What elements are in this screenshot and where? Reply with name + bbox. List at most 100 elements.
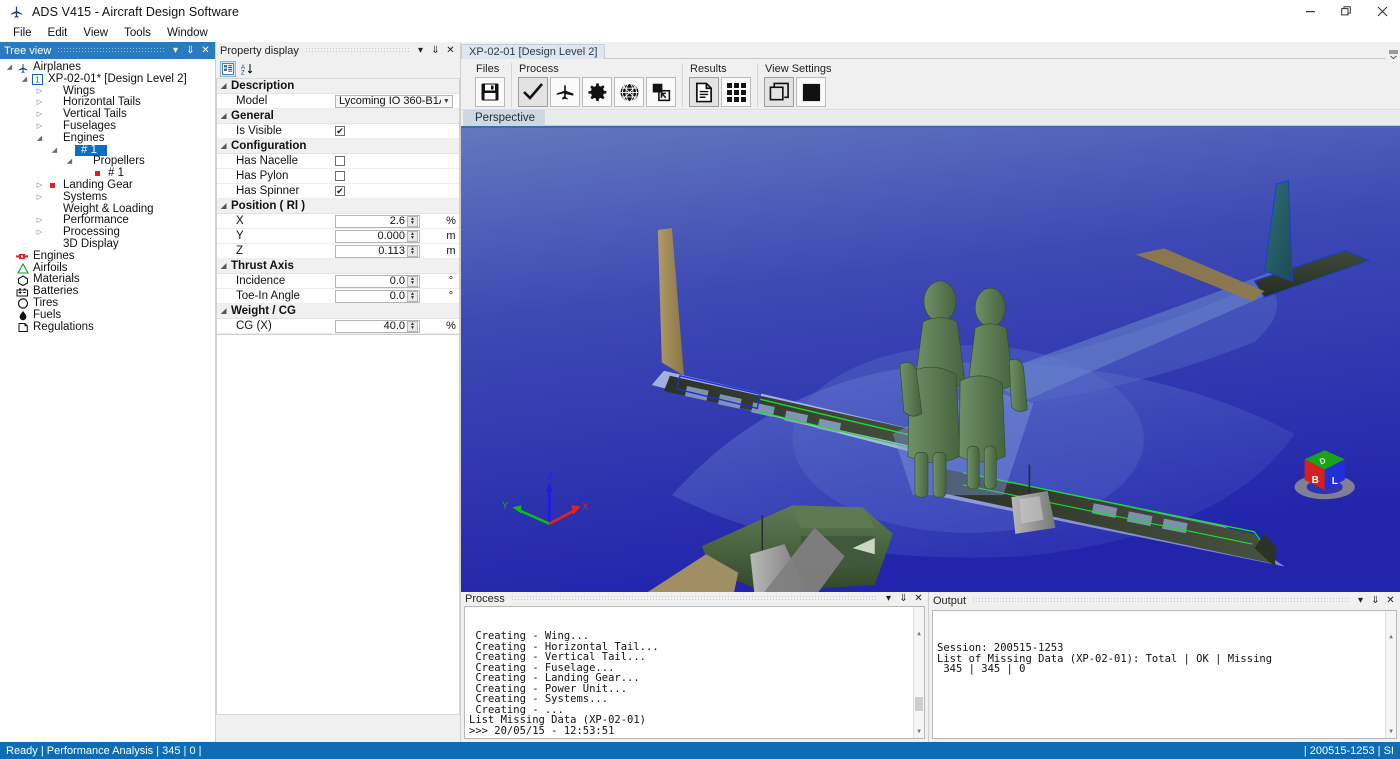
tree-node[interactable]: ◢ Engines [0, 132, 215, 145]
property-checkbox[interactable] [335, 156, 345, 166]
tree-expander-icon[interactable]: ◢ [34, 133, 45, 145]
numeric-spinner[interactable]: 0.113 ▲ ▼ [335, 244, 420, 258]
numeric-spinner[interactable]: 40.0 ▲ ▼ [335, 319, 420, 333]
output-pin-icon[interactable]: ⇓ [1370, 594, 1381, 607]
tree-expander-icon[interactable]: ▷ [34, 215, 45, 227]
property-grid[interactable]: ◢ Description Model Lycoming IO 360-B1A ▼ ◢ Ge… [216, 79, 460, 335]
property-group-header[interactable]: ◢ General [217, 109, 459, 124]
spinner-stepper-icon[interactable]: ▲ ▼ [407, 230, 418, 242]
scroll-down-icon[interactable]: ▼ [1386, 727, 1396, 738]
categorize-icon[interactable] [220, 60, 236, 77]
numeric-spinner[interactable]: 0.000 ▲ ▼ [335, 229, 420, 243]
collapse-triangle-icon[interactable]: ◢ [221, 82, 231, 90]
tree-expander-icon[interactable]: ◢ [19, 74, 30, 86]
scrollbar-thumb[interactable] [915, 697, 923, 712]
tree-expander-icon[interactable]: ◢ [64, 156, 75, 168]
grid-icon[interactable] [721, 77, 751, 107]
tree-expander-icon[interactable]: ▷ [34, 109, 45, 121]
menu-edit[interactable]: Edit [40, 25, 76, 41]
property-close-icon[interactable]: ✕ [445, 44, 456, 57]
property-group-header[interactable]: ◢ Weight / CG [217, 304, 459, 319]
output-dropdown-icon[interactable]: ▾ [1355, 594, 1366, 607]
tree-expander-icon[interactable]: ▷ [34, 180, 45, 192]
property-group-header[interactable]: ◢ Thrust Axis [217, 259, 459, 274]
collapse-triangle-icon[interactable]: ◢ [221, 202, 231, 210]
property-group-header[interactable]: ◢ Configuration [217, 139, 459, 154]
drag-grip[interactable] [304, 47, 409, 54]
document-tab[interactable]: XP-02-01 [Design Level 2] [461, 44, 606, 59]
tree-view-pin-icon[interactable]: ⇓ [185, 44, 196, 57]
tree-expander-icon[interactable]: ▷ [34, 86, 45, 98]
property-checkbox[interactable]: ✔ [335, 126, 345, 136]
scroll-up-icon[interactable]: ▲ [1386, 632, 1396, 643]
compare-icon[interactable] [646, 77, 676, 107]
process-dropdown-icon[interactable]: ▾ [883, 592, 894, 605]
solid-fill-icon[interactable] [796, 77, 826, 107]
close-button[interactable] [1364, 0, 1400, 23]
tree-node[interactable]: Engines [0, 250, 215, 263]
menu-tools[interactable]: Tools [116, 25, 159, 41]
tree-expander-icon[interactable]: ◢ [49, 145, 60, 157]
tree-node[interactable]: 3D Display [0, 238, 215, 251]
output-close-icon[interactable]: ✕ [1385, 594, 1396, 607]
spinner-stepper-icon[interactable]: ▲ ▼ [407, 290, 418, 302]
spinner-stepper-icon[interactable]: ▲ ▼ [407, 275, 418, 287]
numeric-spinner[interactable]: 2.6 ▲ ▼ [335, 214, 420, 228]
tree-expander-icon[interactable]: ▷ [34, 192, 45, 204]
spinner-stepper-icon[interactable]: ▲ ▼ [407, 245, 418, 257]
numeric-spinner[interactable]: 0.0 ▲ ▼ [335, 289, 420, 303]
tree-node[interactable]: ◢ 1 XP-02-01* [Design Level 2] [0, 73, 215, 86]
spinner-stepper-icon[interactable]: ▲ ▼ [407, 320, 418, 332]
sort-alphabetical-icon[interactable]: A Z [239, 61, 255, 77]
check-icon[interactable] [518, 77, 548, 107]
tree-node[interactable]: Regulations [0, 321, 215, 334]
collapse-triangle-icon[interactable]: ◢ [221, 142, 231, 150]
model-combobox[interactable]: Lycoming IO 360-B1A ▼ [335, 94, 453, 108]
property-checkbox[interactable] [335, 171, 345, 181]
process-console[interactable]: Creating - Wing... Creating - Horizontal… [464, 606, 925, 739]
tree-node[interactable]: Tires [0, 297, 215, 310]
save-icon[interactable] [475, 77, 505, 107]
tree-node[interactable]: ▷ Landing Gear [0, 179, 215, 192]
property-group-header[interactable]: ◢ Description [217, 79, 459, 94]
process-pin-icon[interactable]: ⇓ [898, 592, 909, 605]
chevron-down-icon[interactable]: ▼ [441, 98, 452, 105]
tree-node[interactable]: ▷ Fuselages [0, 120, 215, 133]
property-pin-icon[interactable]: ⇓ [430, 44, 441, 57]
3d-viewport[interactable]: Z Y X B L D [461, 126, 1400, 592]
tree-expander-icon[interactable]: ▷ [34, 121, 45, 133]
menu-file[interactable]: File [5, 25, 40, 41]
process-close-icon[interactable]: ✕ [913, 592, 924, 605]
property-checkbox[interactable]: ✔ [335, 186, 345, 196]
minimize-button[interactable] [1292, 0, 1328, 23]
tree-expander-icon[interactable]: ▷ [34, 97, 45, 109]
process-scrollbar[interactable]: ▲ ▼ [913, 607, 924, 738]
collapse-triangle-icon[interactable]: ◢ [221, 112, 231, 120]
mesh-globe-icon[interactable] [614, 77, 644, 107]
tree-view-dropdown-icon[interactable]: ▾ [170, 44, 181, 57]
tree-view-close-icon[interactable]: ✕ [200, 44, 211, 57]
tree-view-body[interactable]: ◢ Airplanes ◢ 1 XP-02-01* [Design Level 2] ▷ W… [0, 59, 215, 742]
menu-view[interactable]: View [75, 25, 116, 41]
output-scrollbar[interactable]: ▲ ▼ [1385, 611, 1396, 738]
output-console[interactable]: Session: 200515-1253 List of Missing Dat… [932, 610, 1397, 739]
collapse-triangle-icon[interactable]: ◢ [221, 262, 231, 270]
gear-icon[interactable] [582, 77, 612, 107]
wireframe-cube-icon[interactable] [764, 77, 794, 107]
tree-expander-icon[interactable]: ◢ [4, 62, 15, 74]
tree-expander-icon[interactable]: ▷ [34, 227, 45, 239]
menu-window[interactable]: Window [159, 25, 216, 41]
maximize-restore-button[interactable] [1328, 0, 1364, 23]
scroll-up-icon[interactable]: ▲ [914, 628, 924, 639]
spinner-stepper-icon[interactable]: ▲ ▼ [407, 215, 418, 227]
tree-node[interactable]: ▷ Systems [0, 191, 215, 204]
tree-node[interactable]: Fuels [0, 309, 215, 322]
property-dropdown-icon[interactable]: ▾ [415, 44, 426, 57]
report-icon[interactable] [689, 77, 719, 107]
numeric-spinner[interactable]: 0.0 ▲ ▼ [335, 274, 420, 288]
drag-grip[interactable] [57, 47, 164, 54]
property-group-header[interactable]: ◢ Position ( Rl ) [217, 199, 459, 214]
airplane-icon[interactable] [550, 77, 580, 107]
tab-perspective[interactable]: Perspective [463, 110, 546, 126]
drag-grip[interactable] [972, 597, 1349, 604]
